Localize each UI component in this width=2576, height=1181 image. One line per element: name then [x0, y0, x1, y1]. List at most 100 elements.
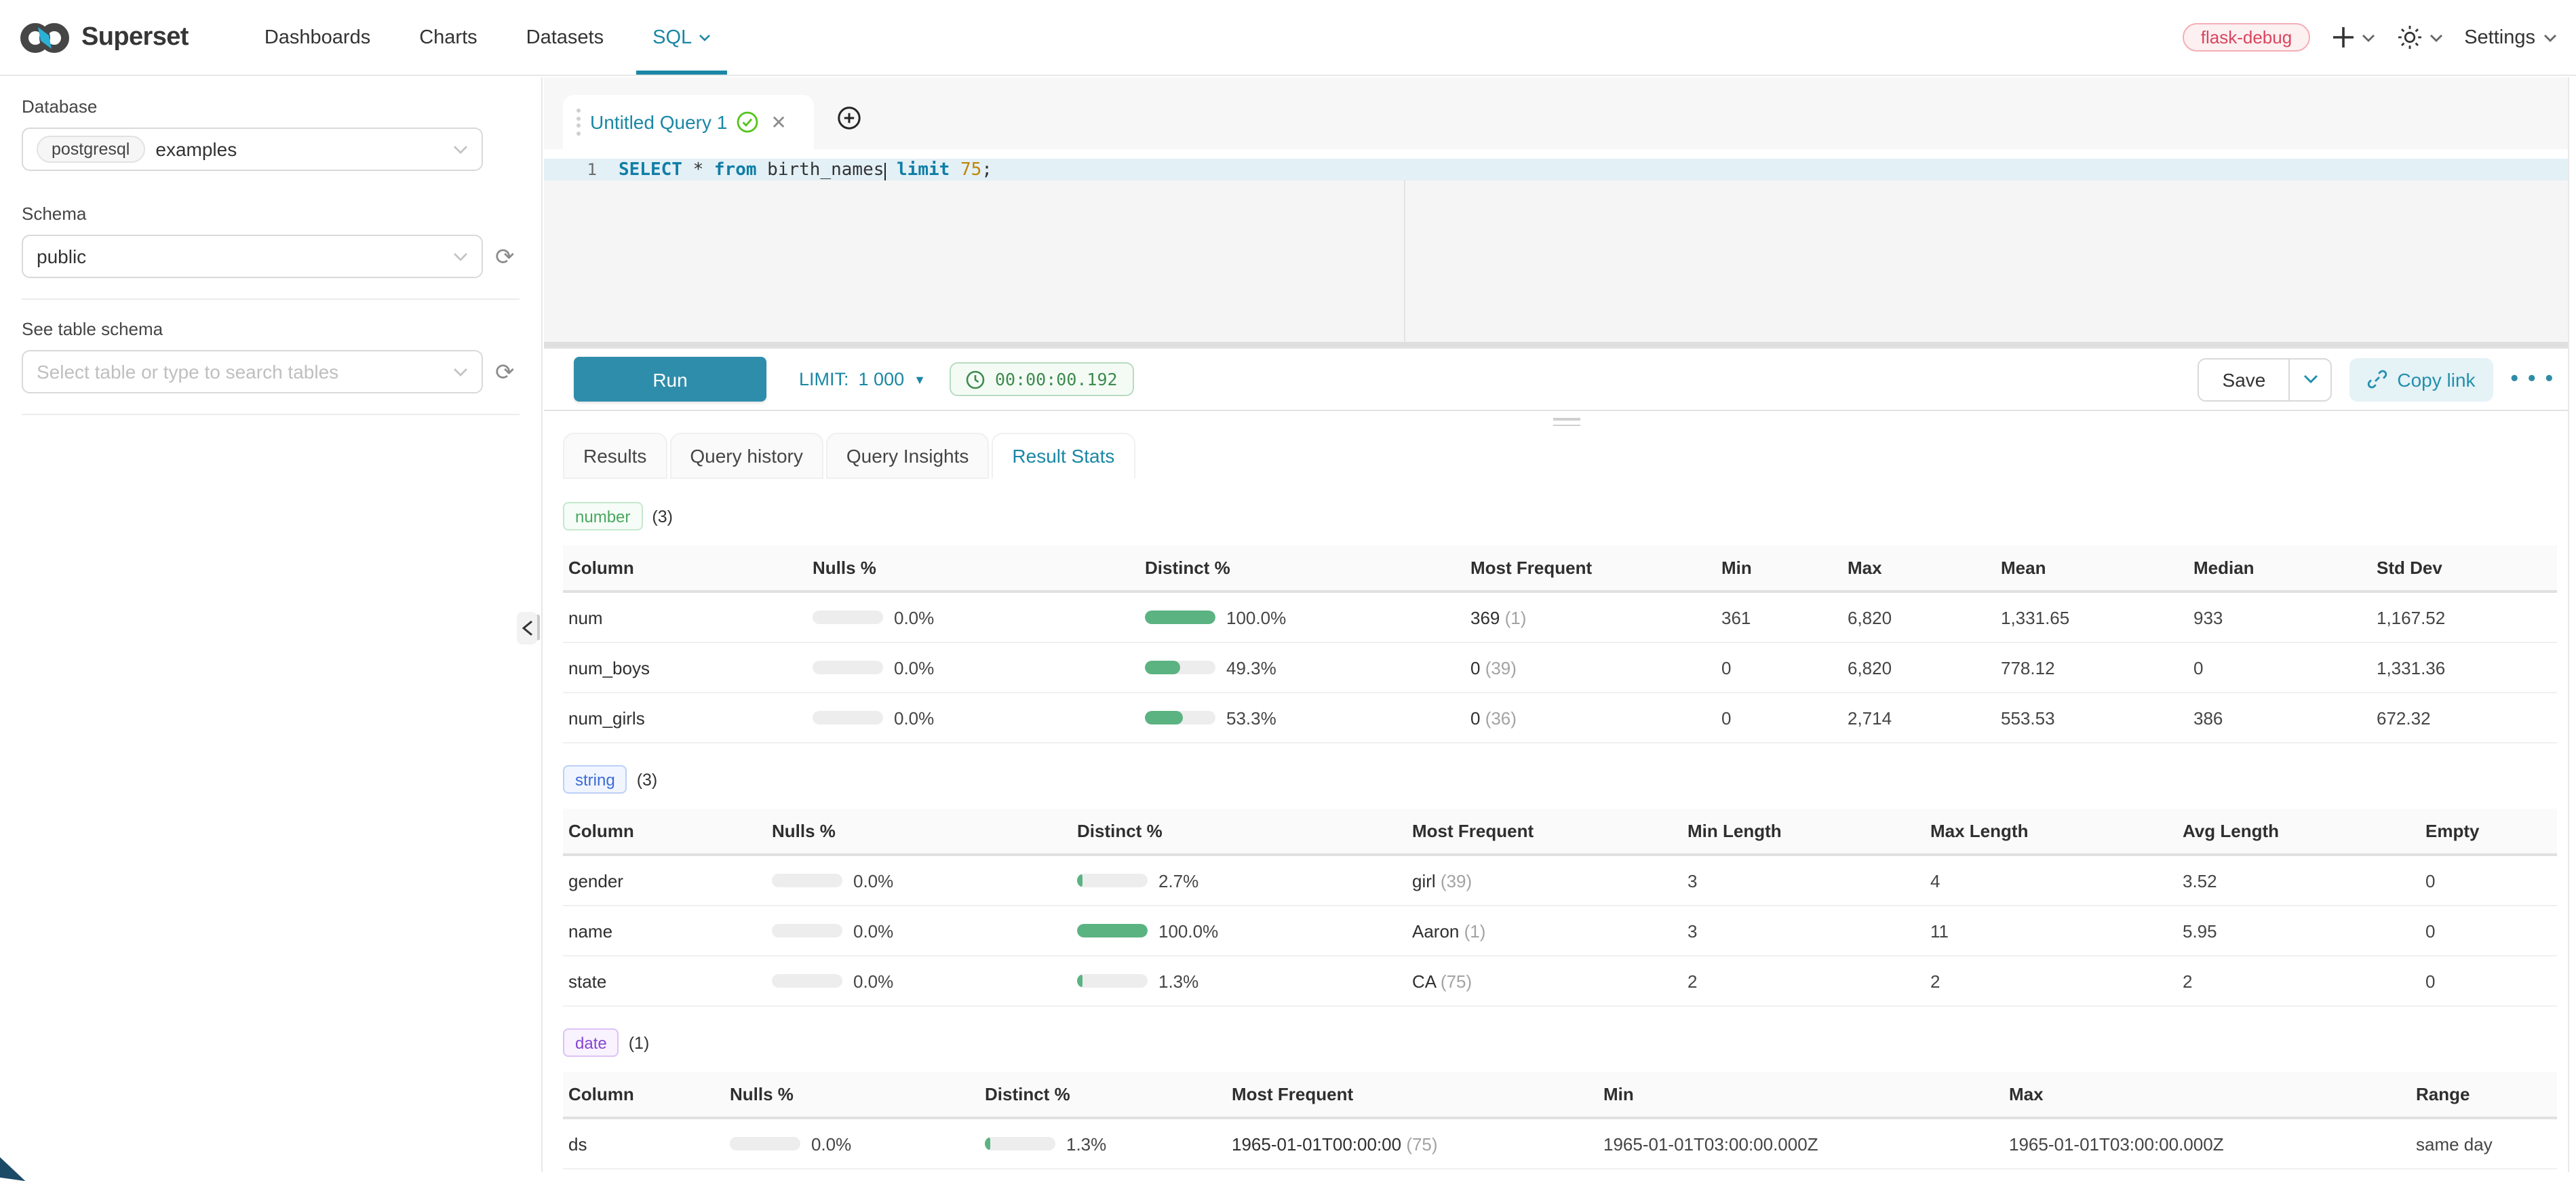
nav-item-sql[interactable]: SQL: [628, 0, 735, 75]
schema-value: public: [37, 246, 442, 267]
limit-value: 1 000: [859, 369, 905, 389]
column-header: Max: [1842, 545, 1995, 592]
table-row: ds0.0%1.3%1965-01-01T00:00:00 (75)1965-0…: [563, 1118, 2557, 1169]
mouse-cursor: [0, 1154, 28, 1181]
limit-dropdown[interactable]: LIMIT: 1 000 ▼: [799, 369, 926, 389]
column-header: Most Frequent: [1226, 1072, 1598, 1118]
caret-down-icon: [2361, 33, 2375, 41]
schema-label: Schema: [22, 204, 520, 224]
column-header: Mean: [1995, 545, 2188, 592]
stats-section-date: date (1) ColumnNulls %Distinct %Most Frequ…: [563, 1028, 2557, 1169]
string-type-badge: string: [563, 765, 627, 794]
copy-link-label: Copy link: [2397, 368, 2475, 390]
column-header: Max Length: [1925, 809, 2177, 855]
add-tab-button[interactable]: [837, 106, 861, 130]
save-button[interactable]: Save: [2200, 359, 2289, 400]
sql-editor-body[interactable]: [544, 180, 2569, 342]
column-header: Avg Length: [2177, 809, 2420, 855]
caret-down-icon: [699, 33, 711, 41]
chevron-left-icon: [522, 620, 532, 636]
editor-print-margin: [1404, 180, 1405, 342]
editor-hscrollbar[interactable]: [544, 342, 2569, 347]
percent-bar: 0.0%: [813, 657, 1131, 678]
result-tab-query-history[interactable]: Query history: [669, 433, 823, 479]
run-button[interactable]: Run: [574, 357, 766, 402]
collapse-sidebar-button[interactable]: [517, 612, 537, 644]
refresh-schemas-icon[interactable]: ⟳: [495, 245, 515, 268]
superset-logo[interactable]: Superset: [19, 21, 189, 54]
nav-item-charts[interactable]: Charts: [395, 0, 501, 75]
result-tab-result-stats[interactable]: Result Stats: [992, 433, 1135, 479]
date-stats-table: ColumnNulls %Distinct %Most FrequentMinM…: [563, 1072, 2557, 1169]
caret-down-icon: [2543, 33, 2557, 41]
percent-bar: 2.7%: [1077, 870, 1399, 891]
brand-name: Superset: [81, 22, 189, 52]
table-schema-label: See table schema: [22, 319, 520, 339]
percent-bar: 0.0%: [730, 1134, 971, 1154]
database-engine-tag: postgresql: [37, 136, 144, 163]
environment-badge: flask-debug: [2183, 23, 2309, 52]
result-tab-results[interactable]: Results: [563, 433, 667, 479]
stats-section-string: string(3)ColumnNulls %Distinct %Most Fre…: [563, 765, 2557, 1007]
caret-down-icon: ▼: [914, 372, 926, 386]
page-scrollbar-gutter[interactable]: [2568, 77, 2576, 1172]
percent-bar: 0.0%: [813, 607, 1131, 627]
superset-logo-icon: [19, 21, 71, 54]
table-row: num_boys0.0%49.3%0 (39)06,820778.1201,33…: [563, 642, 2557, 693]
panel-resize-handle[interactable]: [1553, 418, 1580, 430]
sidebar-divider: [22, 414, 520, 415]
schema-select[interactable]: public: [22, 235, 483, 278]
nav-items: DashboardsChartsDatasetsSQL: [240, 0, 735, 75]
editor-top-gap: [544, 149, 2569, 159]
sql-editor-active-line[interactable]: 1 SELECT * from birth_names limit 75;: [544, 159, 2569, 180]
column-header: Nulls %: [766, 809, 1072, 855]
stats-section-number: number(3)ColumnNulls %Distinct %Most Fre…: [563, 502, 2557, 743]
column-header: Distinct %: [1072, 809, 1407, 855]
link-icon: [2367, 369, 2387, 389]
plus-circle-icon: [837, 106, 861, 130]
drag-handle-icon[interactable]: [577, 109, 581, 136]
result-stats-content: number(3)ColumnNulls %Distinct %Most Fre…: [563, 502, 2557, 1169]
percent-bar: 0.0%: [772, 971, 1063, 991]
more-actions-button[interactable]: • • •: [2511, 367, 2556, 391]
save-options-button[interactable]: [2288, 359, 2330, 400]
nav-item-datasets[interactable]: Datasets: [502, 0, 628, 75]
query-tab[interactable]: Untitled Query 1 ✕: [563, 95, 814, 149]
close-tab-icon[interactable]: ✕: [770, 111, 786, 134]
sql-code[interactable]: SELECT * from birth_names limit 75;: [619, 159, 992, 180]
nav-item-dashboards[interactable]: Dashboards: [240, 0, 395, 75]
percent-bar: 100.0%: [1145, 607, 1457, 627]
percent-bar: 0.0%: [772, 921, 1063, 941]
date-type-badge: date: [563, 1028, 619, 1057]
limit-label: LIMIT:: [799, 369, 849, 389]
superset-sql-lab: Superset DashboardsChartsDatasetsSQL fla…: [0, 0, 2576, 1172]
database-label: Database: [22, 96, 520, 117]
check-circle-icon: [737, 111, 758, 133]
theme-toggle-button[interactable]: [2396, 24, 2442, 50]
copy-link-button[interactable]: Copy link: [2349, 357, 2493, 401]
column-header: Column: [563, 1072, 724, 1118]
table-row: gender0.0%2.7%girl (39)343.520: [563, 855, 2557, 906]
refresh-tables-icon[interactable]: ⟳: [495, 360, 515, 383]
percent-bar: 1.3%: [985, 1134, 1218, 1154]
column-header: Nulls %: [724, 1072, 979, 1118]
caret-down-icon: [2429, 33, 2442, 41]
table-select-placeholder: Select table or type to search tables: [37, 361, 442, 383]
number-stats-table: ColumnNulls %Distinct %Most FrequentMinM…: [563, 545, 2557, 743]
column-count: (1): [629, 1033, 650, 1052]
column-header: Most Frequent: [1465, 545, 1716, 592]
line-number: 1: [544, 160, 597, 179]
table-row: num_girls0.0%53.3%0 (36)02,714553.533866…: [563, 693, 2557, 743]
sqllab-sidebar: Database postgresql examples Schema publ…: [0, 77, 543, 1172]
column-header: Min Length: [1682, 809, 1925, 855]
result-tab-query-insights[interactable]: Query Insights: [826, 433, 990, 479]
sidebar-divider: [22, 298, 520, 300]
new-item-button[interactable]: [2331, 26, 2375, 49]
column-header: Distinct %: [1139, 545, 1465, 592]
database-select[interactable]: postgresql examples: [22, 128, 483, 171]
settings-menu[interactable]: Settings: [2464, 26, 2557, 48]
settings-label: Settings: [2464, 26, 2535, 48]
table-select[interactable]: Select table or type to search tables: [22, 350, 483, 393]
column-header: Min: [1598, 1072, 2004, 1118]
timer-value: 00:00:00.192: [995, 369, 1118, 389]
